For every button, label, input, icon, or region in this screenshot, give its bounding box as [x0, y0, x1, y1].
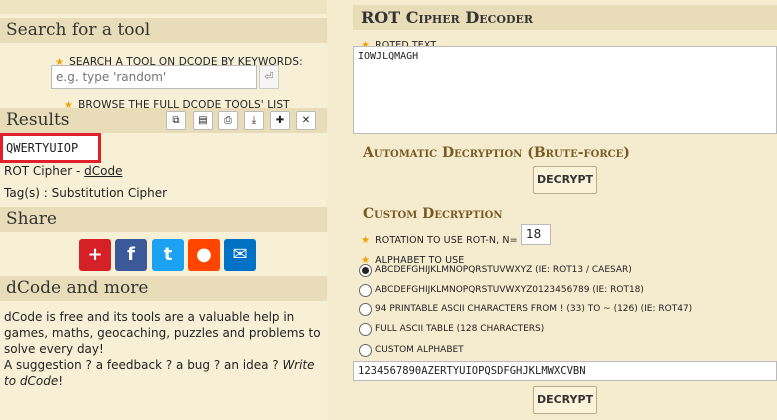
decrypt-custom-button[interactable]: DECRYPT: [533, 386, 597, 414]
star-icon: ★: [361, 235, 370, 246]
search-input[interactable]: [51, 65, 257, 89]
copy-icon[interactable]: ⧉: [166, 111, 186, 130]
alphabet-option-4: FULL ASCII TABLE (128 CHARACTERS): [375, 324, 545, 334]
alphabet-radio-3[interactable]: [359, 303, 372, 316]
tool-name: ROT Cipher -: [4, 164, 85, 178]
result-value: QWERTYUIOP: [0, 133, 101, 163]
suggestion-text: A suggestion ? a feedback ? a bug ? an i…: [4, 358, 283, 372]
about-text: dCode is free and its tools are a valuab…: [4, 310, 321, 356]
tags: Tag(s) : Substitution Cipher: [4, 186, 168, 200]
roted-text-area[interactable]: IOWJLQMAGH: [353, 46, 777, 134]
alphabet-radio-2[interactable]: [359, 284, 372, 297]
alphabet-radio-4[interactable]: [359, 323, 372, 336]
custom-alphabet-input[interactable]: 1234567890AZERTYUIOPQSDFGHJKLMWXCVBN: [353, 361, 777, 381]
save-icon[interactable]: ▤: [193, 111, 213, 130]
alphabet-option-1: ABCDEFGHIJKLMNOPQRSTUVWXYZ (IE: ROT13 / …: [375, 265, 632, 275]
close-icon[interactable]: ✕: [296, 111, 316, 130]
tool-name-row: ROT Cipher - dCode: [4, 164, 122, 178]
print-icon[interactable]: ⎙: [218, 111, 238, 130]
download-icon[interactable]: ⤓: [244, 111, 264, 130]
auto-decryption-title: Automatic Decryption (Brute-force): [363, 145, 630, 161]
alphabet-option-5: CUSTOM ALPHABET: [375, 345, 464, 355]
dcode-link[interactable]: dCode: [84, 164, 122, 178]
decrypt-auto-button[interactable]: DECRYPT: [533, 166, 597, 194]
about-section-title: dCode and more: [0, 276, 327, 301]
sidebar-top-strip: [0, 0, 327, 14]
search-go-button[interactable]: ⏎: [259, 65, 279, 89]
alphabet-option-3: 94 PRINTABLE ASCII CHARACTERS FROM ! (33…: [375, 304, 693, 314]
facebook-icon[interactable]: f: [115, 239, 147, 271]
twitter-icon[interactable]: t: [152, 239, 184, 271]
alphabet-radio-1[interactable]: [359, 264, 372, 277]
page-title: ROT Cipher Decoder: [353, 5, 777, 30]
reddit-icon[interactable]: ●: [188, 239, 220, 271]
email-icon[interactable]: ✉: [224, 239, 256, 271]
about-exclaim: !: [58, 374, 64, 388]
rotation-label-row: ★ ROTATION TO USE ROT-N, N=: [361, 228, 518, 247]
rotation-input[interactable]: 18: [521, 224, 551, 245]
about-text-block: dCode is free and its tools are a valuab…: [4, 309, 322, 389]
rotation-label: ROTATION TO USE ROT-N, N=: [375, 235, 518, 246]
custom-decryption-title: Custom Decryption: [363, 206, 503, 222]
alphabet-option-2: ABCDEFGHIJKLMNOPQRSTUVWXYZ0123456789 (IE…: [375, 285, 644, 295]
search-section-title: Search for a tool: [0, 18, 327, 43]
share-section-title: Share: [0, 207, 327, 232]
alphabet-radio-5[interactable]: [359, 344, 372, 357]
pin-icon[interactable]: ✚: [270, 111, 290, 130]
share-plus-icon[interactable]: +: [79, 239, 111, 271]
